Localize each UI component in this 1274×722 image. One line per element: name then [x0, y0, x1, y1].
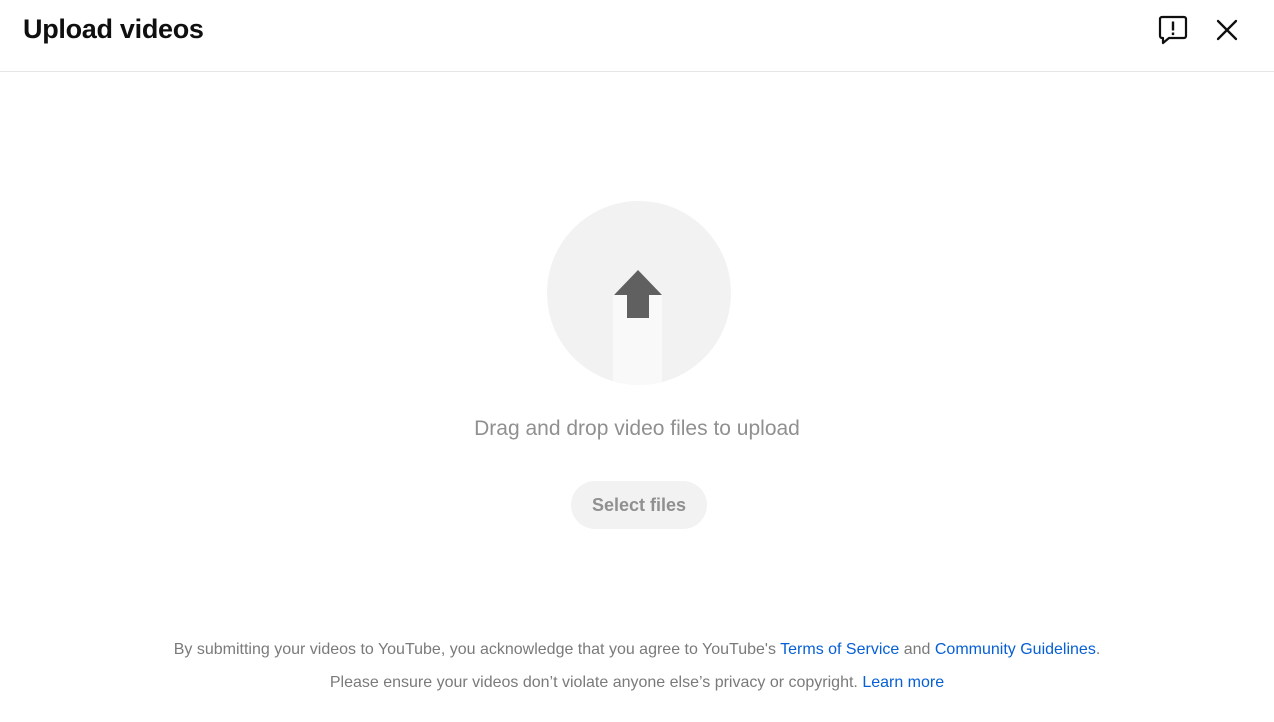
feedback-button[interactable] — [1154, 12, 1192, 50]
community-guidelines-link[interactable]: Community Guidelines — [935, 641, 1096, 658]
legal-notice-line-1: By submitting your videos to YouTube, yo… — [0, 641, 1274, 659]
close-x-icon — [1215, 18, 1239, 45]
upload-dialog: Upload videos Drag and drop video files … — [0, 0, 1274, 722]
legal-notice-line-2: Please ensure your videos don’t violate … — [0, 674, 1274, 692]
privacy-notice-text: Please ensure your videos don’t violate … — [329, 674, 863, 691]
select-files-button[interactable]: Select files — [571, 481, 707, 529]
drag-drop-instructions: Drag and drop video files to upload — [474, 417, 800, 440]
dialog-title: Upload videos — [23, 14, 204, 44]
upload-arrow-icon — [613, 269, 663, 324]
feedback-exclamation-icon — [1157, 14, 1189, 49]
upload-drop-area[interactable] — [547, 201, 731, 385]
terms-of-service-link[interactable]: Terms of Service — [780, 641, 899, 658]
dialog-header: Upload videos — [0, 0, 1274, 72]
close-button[interactable] — [1208, 12, 1246, 50]
legal-text-prefix: By submitting your videos to YouTube, yo… — [173, 641, 781, 658]
legal-text-and: and — [899, 641, 935, 658]
legal-text-period: . — [1095, 641, 1101, 658]
learn-more-link[interactable]: Learn more — [862, 674, 944, 691]
